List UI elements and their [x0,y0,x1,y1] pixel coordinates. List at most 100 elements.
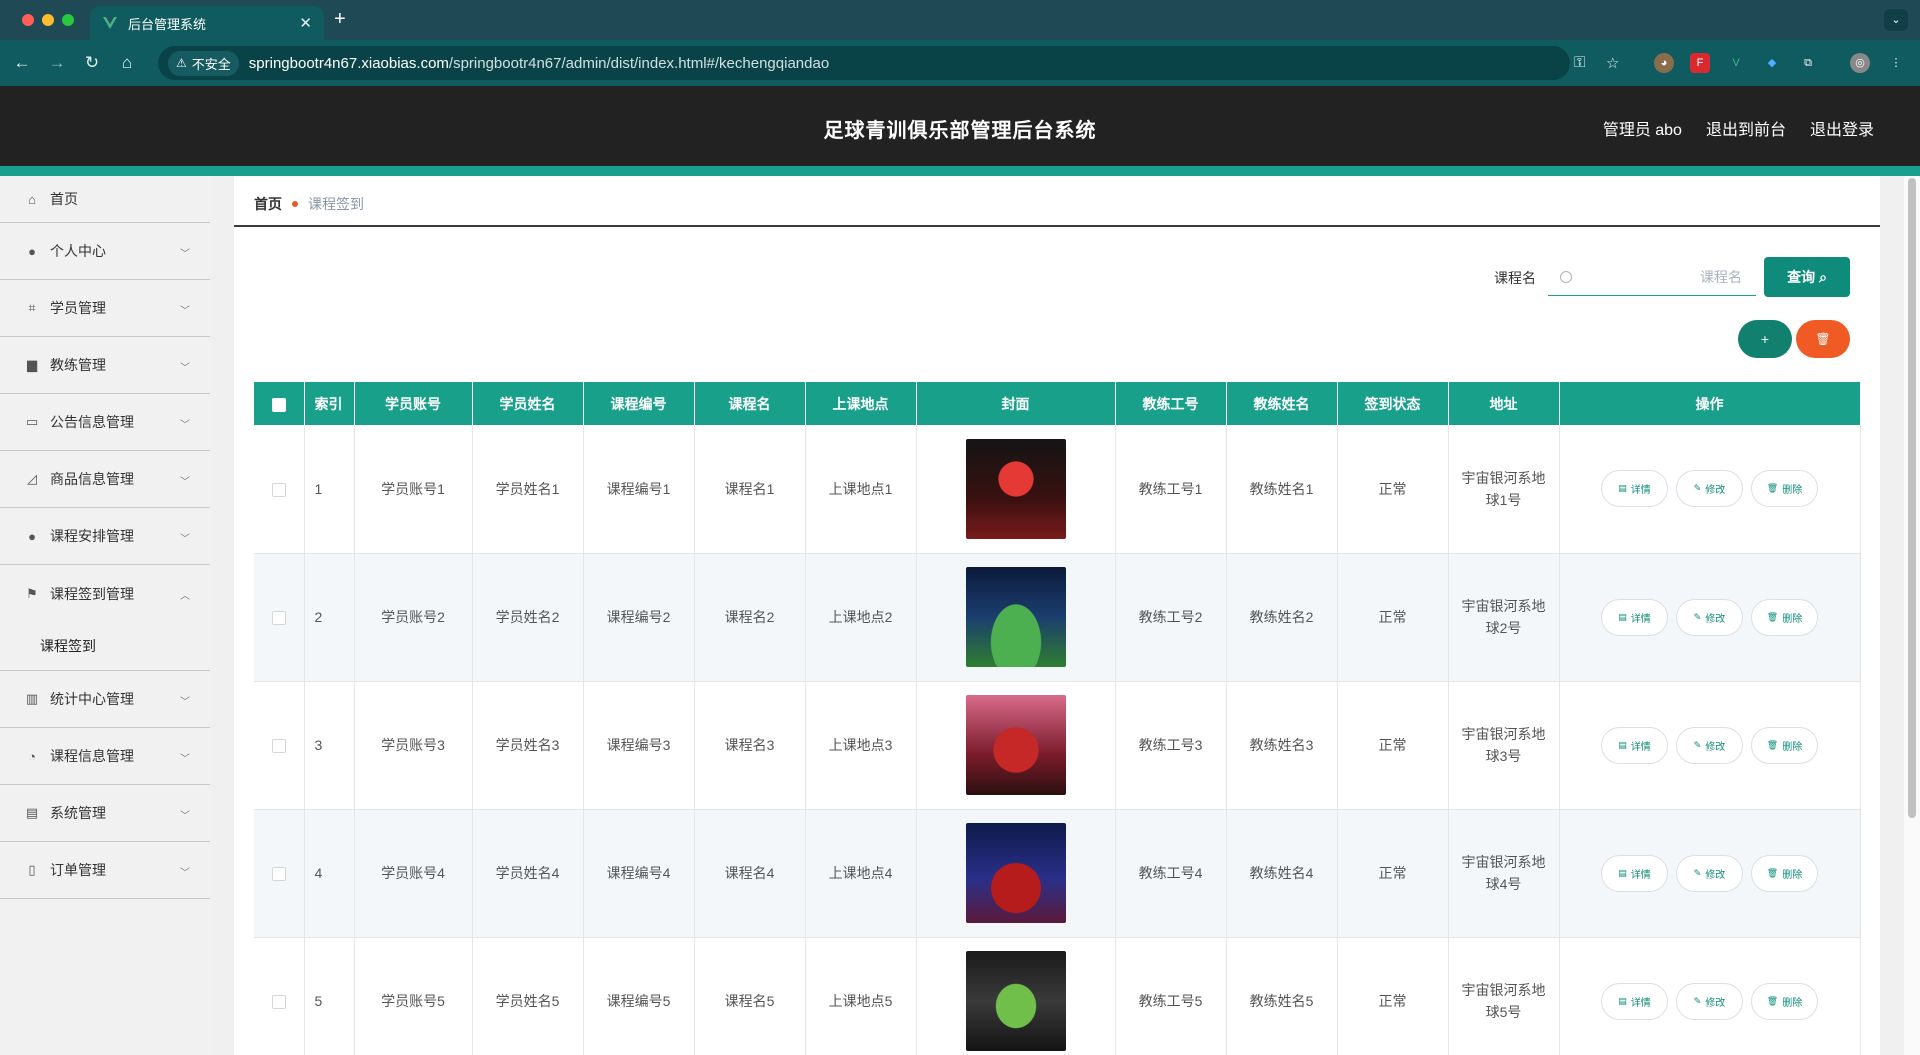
edit-button[interactable]: ✎ 修改 [1676,982,1743,1020]
delete-label: 删除 [1782,613,1803,625]
extension-fe-icon[interactable]: F [1690,53,1710,73]
chevron-down-icon: ﹀ [180,363,190,374]
chevron-down-icon: ﹀ [180,754,190,765]
sidebar-item-label: 课程信息管理 [50,748,134,764]
sidebar-subitem-course-signin[interactable]: 课程签到 [0,622,210,671]
cell-coach-name: 教练姓名4 [1226,809,1338,938]
logout-link[interactable]: 退出登录 [1810,116,1874,140]
password-key-icon[interactable]: ⚿ [1574,54,1585,71]
edit-button[interactable]: ✎ 修改 [1676,598,1743,636]
bookmark-star-icon[interactable]: ☆ [1606,54,1619,72]
cell-status: 正常 [1337,809,1449,938]
cell-course-name: 课程名2 [694,553,806,682]
row-checkbox[interactable] [271,995,286,1010]
cover-image[interactable] [965,567,1066,667]
add-button[interactable]: + [1738,320,1792,358]
delete-label: 删除 [1782,741,1803,753]
delete-button[interactable]: 🗑 删除 [1751,726,1818,764]
sidebar-item-notice-management[interactable]: ▭ 公告信息管理 ﹀ [0,394,210,451]
sidebar-item-system[interactable]: ▤ 系统管理 ﹀ [0,785,210,842]
tab-search-button[interactable]: ⌄ [1884,9,1908,31]
page-scrollbar-thumb[interactable] [1908,178,1916,818]
batch-delete-button[interactable]: 🗑 [1796,320,1850,358]
cell-coach-no: 教练工号4 [1115,809,1227,938]
sidebar-item-goods-management[interactable]: ◿ 商品信息管理 ﹀ [0,451,210,508]
detail-button[interactable]: ▤ 详情 [1601,470,1668,508]
detail-button[interactable]: ▤ 详情 [1601,854,1668,892]
admin-user-label: 管理员 abo [1602,122,1682,139]
sidebar-item-orders[interactable]: ▯ 订单管理 ﹀ [0,842,210,899]
sidebar-item-course-signin[interactable]: ⚑ 课程签到管理 ︿ [0,565,210,622]
select-all-checkbox[interactable] [271,397,286,412]
reload-icon[interactable]: ↻ [80,51,104,75]
bar-chart-icon: ▥ [25,691,39,706]
delete-button[interactable]: 🗑 删除 [1751,982,1818,1020]
new-tab-button[interactable]: + [334,8,346,31]
row-checkbox[interactable] [271,867,286,882]
breadcrumb-home[interactable]: 首页 [254,194,282,214]
delete-label: 删除 [1782,869,1803,881]
cell-actions: ▤ 详情 ✎ 修改 🗑 删除 [1559,553,1861,682]
cell-student-account: 学员账号5 [354,937,473,1055]
query-button[interactable]: 查询 ⌕ [1764,257,1850,297]
extension-pin-icon[interactable]: ◆ [1762,53,1782,73]
browser-tab[interactable]: 后台管理系统 ✕ [90,6,324,40]
browser-menu-icon[interactable]: ⋮ [1886,53,1906,73]
profile-avatar[interactable]: ◎ [1850,53,1870,73]
chevron-down-icon: ﹀ [180,697,190,708]
detail-button[interactable]: ▤ 详情 [1601,726,1668,764]
user-icon: ● [28,243,36,259]
sidebar-item-personal-center[interactable]: ● 个人中心 ﹀ [0,223,210,280]
tab-close-icon[interactable]: ✕ [299,14,312,32]
edit-button[interactable]: ✎ 修改 [1676,470,1743,508]
edit-button[interactable]: ✎ 修改 [1676,726,1743,764]
sidebar-item-student-management[interactable]: ⌗ 学员管理 ﹀ [0,280,210,337]
search-label: 课程名 [1494,270,1536,286]
delete-button[interactable]: 🗑 删除 [1751,854,1818,892]
row-checkbox[interactable] [271,482,286,497]
maximize-window-button[interactable] [62,14,74,26]
detail-label: 详情 [1630,741,1651,753]
delete-button[interactable]: 🗑 删除 [1751,470,1818,508]
close-window-button[interactable] [22,14,34,26]
sidebar-item-coach-management[interactable]: ▆ 教练管理 ﹀ [0,337,210,394]
cover-image[interactable] [965,695,1066,795]
sidebar-item-course-info[interactable]: ◔ 课程信息管理 ﹀ [0,728,210,785]
row-select-cell [254,681,305,810]
extension-vue-icon[interactable]: V [1726,53,1746,73]
sidebar-item-course-schedule[interactable]: ● 课程安排管理 ﹀ [0,508,210,565]
header-course-no: 课程编号 [583,382,695,425]
address-bar[interactable]: ⚠ 不安全 springbootr4n67.xiaobias.com/sprin… [158,46,1619,80]
sidebar-item-label: 教练管理 [50,357,106,373]
security-chip[interactable]: ⚠ 不安全 [168,50,239,76]
home-page-icon[interactable]: ⌂ [115,51,139,75]
sidebar: ⌂ 首页 ● 个人中心 ﹀ ⌗ 学员管理 ﹀ ▆ 教练管理 ﹀ ▭ 公告信息管理… [0,176,210,1055]
back-arrow-icon[interactable]: ← [10,51,34,75]
cover-image[interactable] [965,951,1066,1051]
extensions-puzzle-icon[interactable]: ⧉ [1798,53,1818,73]
cell-course-name: 课程名3 [694,681,806,810]
search-input[interactable] [1582,268,1742,285]
url-text: springbootr4n67.xiaobias.com/springbootr… [248,54,830,72]
minimize-window-button[interactable] [42,14,54,26]
edit-pencil-icon: ✎ [1693,995,1702,1006]
row-checkbox[interactable] [271,739,286,754]
detail-button[interactable]: ▤ 详情 [1601,598,1668,636]
edit-label: 修改 [1705,869,1726,881]
sidebar-item-home[interactable]: ⌂ 首页 [0,176,210,223]
back-to-front-link[interactable]: 退出到前台 [1706,116,1786,140]
edit-label: 修改 [1705,997,1726,1009]
extension-face-icon[interactable]: ◕ [1654,53,1674,73]
cover-image[interactable] [965,823,1066,923]
cell-student-account: 学员账号2 [354,553,473,682]
sidebar-item-statistics[interactable]: ▥ 统计中心管理 ﹀ [0,671,210,728]
detail-button[interactable]: ▤ 详情 [1601,982,1668,1020]
forward-arrow-icon[interactable]: → [45,51,69,75]
delete-button[interactable]: 🗑 删除 [1751,598,1818,636]
row-checkbox[interactable] [271,611,286,626]
edit-button[interactable]: ✎ 修改 [1676,854,1743,892]
address-text: 宇宙银河系地球4号 [1461,854,1546,892]
cell-actions: ▤ 详情 ✎ 修改 🗑 删除 [1559,425,1861,554]
cover-image[interactable] [965,438,1066,539]
cell-actions: ▤ 详情 ✎ 修改 🗑 删除 [1559,681,1861,810]
